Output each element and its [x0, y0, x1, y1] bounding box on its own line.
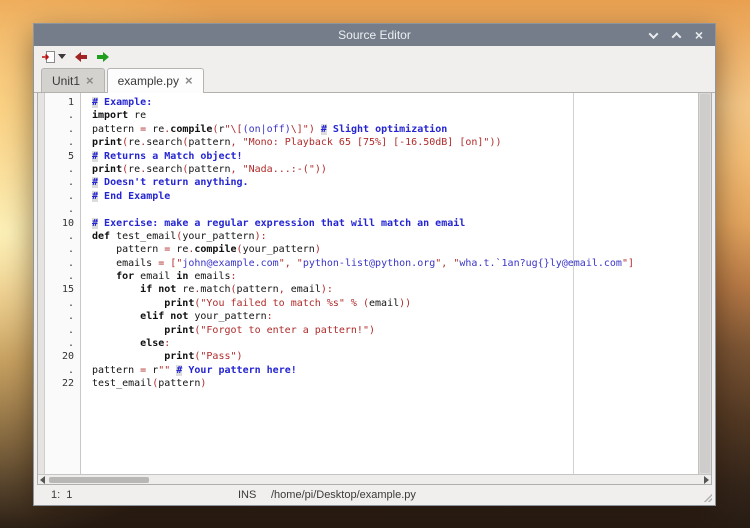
vertical-scrollbar-thumb[interactable]	[700, 94, 710, 473]
forward-arrow-icon	[96, 50, 110, 64]
code-line: for email in emails:	[92, 270, 698, 283]
file-path: /home/pi/Desktop/example.py	[271, 489, 416, 501]
line-number: 20	[45, 350, 80, 363]
desktop-wallpaper: { "window": { "title": "Source Editor" }…	[0, 0, 750, 528]
gutter-margin	[38, 93, 45, 474]
tab-label: Unit1	[52, 74, 80, 88]
scroll-left-arrow-icon[interactable]	[40, 476, 45, 484]
code-line: # Doesn't return anything.	[92, 176, 698, 189]
line-number: .	[45, 123, 80, 136]
code-line: # Returns a Match object!	[92, 150, 698, 163]
line-number: .	[45, 190, 80, 203]
line-number: .	[45, 243, 80, 256]
line-number: .	[45, 297, 80, 310]
code-line	[92, 203, 698, 216]
titlebar[interactable]: Source Editor ×	[34, 24, 715, 46]
status-bar: 1: 1 INS /home/pi/Desktop/example.py	[34, 485, 715, 505]
code-line: import re	[92, 109, 698, 122]
horizontal-scrollbar-thumb[interactable]	[49, 477, 149, 483]
close-icon: ×	[695, 30, 703, 40]
line-number: 1	[45, 96, 80, 109]
code-line: pattern = re.compile(your_pattern)	[92, 243, 698, 256]
line-number: 5	[45, 150, 80, 163]
editor-zone: 1...5....10....15....20.22 # Example:imp…	[38, 93, 711, 474]
tab-example-py[interactable]: example.py ×	[107, 68, 204, 93]
code-line: test_email(pattern)	[92, 377, 698, 390]
line-number: .	[45, 230, 80, 243]
editor-client: 1...5....10....15....20.22 # Example:imp…	[37, 93, 712, 485]
line-number: .	[45, 163, 80, 176]
tab-bar: Unit1 × example.py ×	[34, 67, 715, 93]
resize-grip[interactable]	[704, 494, 712, 502]
code-line: # Exercise: make a regular expression th…	[92, 217, 698, 230]
horizontal-scrollbar[interactable]	[38, 474, 711, 484]
code-line: # Example:	[92, 96, 698, 109]
code-line: print("Pass")	[92, 350, 698, 363]
vertical-scrollbar[interactable]	[698, 93, 711, 474]
code-line: print(re.search(pattern, "Nada...:-("))	[92, 163, 698, 176]
line-number: .	[45, 364, 80, 377]
chevron-down-icon	[648, 29, 658, 39]
line-number: .	[45, 136, 80, 149]
editor-selector-button[interactable]	[39, 48, 68, 66]
tab-unit1[interactable]: Unit1 ×	[41, 68, 105, 92]
close-button[interactable]: ×	[693, 29, 705, 41]
line-number: .	[45, 310, 80, 323]
dropdown-arrow-icon	[58, 54, 66, 59]
maximize-button[interactable]	[670, 29, 682, 41]
line-number: 10	[45, 217, 80, 230]
code-line: # End Example	[92, 190, 698, 203]
scroll-right-arrow-icon[interactable]	[704, 476, 709, 484]
window-controls: ×	[647, 29, 715, 41]
chevron-up-icon	[671, 31, 681, 41]
tab-label: example.py	[118, 74, 179, 88]
toolbar	[34, 46, 715, 67]
cursor-position: 1: 1	[51, 489, 72, 501]
line-number: .	[45, 324, 80, 337]
code-line: def test_email(your_pattern):	[92, 230, 698, 243]
code-editor[interactable]: # Example:import repattern = re.compile(…	[81, 93, 698, 474]
code-line: pattern = re.compile(r"\[(on|off)\]") # …	[92, 123, 698, 136]
minimize-button[interactable]	[647, 29, 659, 41]
line-number: 15	[45, 283, 80, 296]
line-number: .	[45, 257, 80, 270]
tab-close-icon[interactable]: ×	[185, 76, 193, 86]
code-line: emails = ["john@example.com", "python-li…	[92, 257, 698, 270]
back-arrow-icon	[74, 50, 88, 64]
open-file-icon	[41, 50, 56, 64]
line-number: .	[45, 270, 80, 283]
code-line: if not re.match(pattern, email):	[92, 283, 698, 296]
insert-mode-indicator: INS	[238, 489, 256, 501]
code-line: print("Forgot to enter a pattern!")	[92, 324, 698, 337]
tab-close-icon[interactable]: ×	[86, 76, 94, 86]
navigate-back-button[interactable]	[72, 48, 90, 66]
source-editor-window: Source Editor × Unit1 ×	[33, 23, 716, 506]
line-number: .	[45, 109, 80, 122]
gutter: 1...5....10....15....20.22	[45, 93, 81, 474]
code-line: print(re.search(pattern, "Mono: Playback…	[92, 136, 698, 149]
line-number: .	[45, 176, 80, 189]
line-number: .	[45, 203, 80, 216]
code-line: print("You failed to match %s" % (email)…	[92, 297, 698, 310]
code-line: elif not your_pattern:	[92, 310, 698, 323]
navigate-forward-button[interactable]	[94, 48, 112, 66]
code-line: else:	[92, 337, 698, 350]
code-line: pattern = r"" # Your pattern here!	[92, 364, 698, 377]
line-number: .	[45, 337, 80, 350]
window-title: Source Editor	[34, 28, 715, 42]
code-lines: # Example:import repattern = re.compile(…	[81, 93, 698, 391]
line-number: 22	[45, 377, 80, 390]
